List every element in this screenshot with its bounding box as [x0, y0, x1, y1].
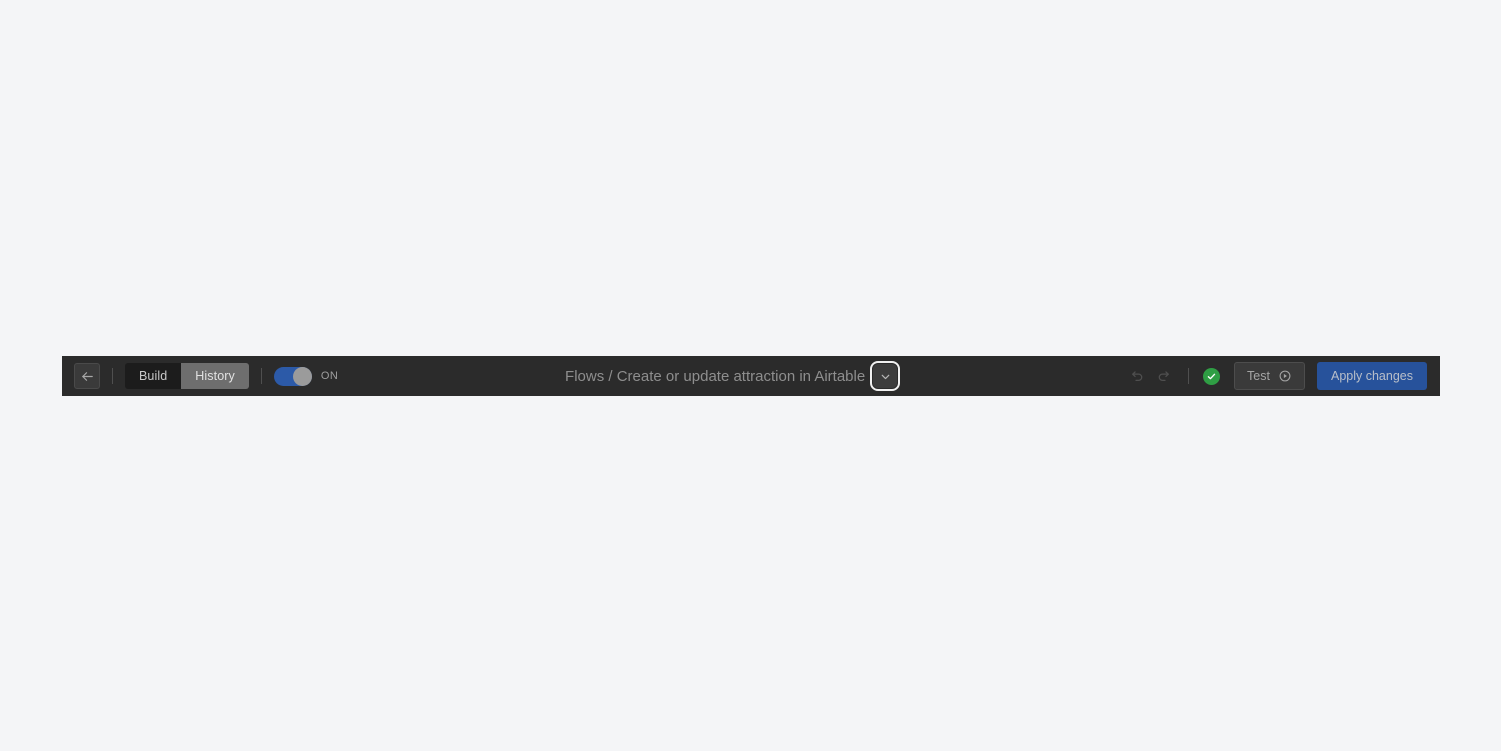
toolbar-divider-2: [260, 368, 262, 384]
undo-button[interactable]: [1124, 363, 1150, 389]
flow-enable-toggle[interactable]: [273, 366, 312, 386]
toolbar-divider-1: [112, 368, 113, 384]
apply-changes-button[interactable]: Apply changes: [1316, 362, 1427, 390]
undo-icon: [1130, 369, 1145, 384]
redo-button[interactable]: [1150, 363, 1176, 389]
check-circle-icon: [1206, 371, 1217, 382]
test-button-label: Test: [1247, 369, 1270, 383]
flow-enable-group: ON: [273, 366, 339, 386]
tab-build-label: Build: [139, 369, 168, 383]
play-circle-icon: [1278, 369, 1292, 383]
toolbar-right-group: Test Apply changes: [1124, 362, 1439, 390]
toggle-knob: [292, 366, 312, 386]
toolbar-divider-3: [1188, 368, 1190, 384]
arrow-left-icon: [80, 369, 95, 384]
apply-changes-label: Apply changes: [1330, 369, 1413, 383]
tab-history[interactable]: History: [181, 363, 249, 389]
tab-history-label: History: [195, 369, 235, 383]
flow-breadcrumb-title: Flows / Create or update attraction in A…: [565, 367, 866, 385]
redo-icon: [1156, 369, 1171, 384]
chevron-down-icon: [879, 370, 892, 383]
flow-editor-toolbar: Build History ON Flows / Create or updat…: [62, 356, 1440, 396]
status-badge: [1203, 367, 1221, 385]
back-button[interactable]: [74, 363, 100, 389]
flow-enable-label: ON: [320, 370, 339, 382]
toolbar-center-group: Flows / Create or update attraction in A…: [338, 361, 1124, 391]
toolbar-left-group: Build History ON: [74, 363, 338, 389]
flow-title-menu-button[interactable]: [870, 361, 901, 391]
tab-build[interactable]: Build: [125, 363, 182, 389]
test-button[interactable]: Test: [1234, 362, 1305, 390]
mode-segmented-control: Build History: [125, 363, 249, 389]
